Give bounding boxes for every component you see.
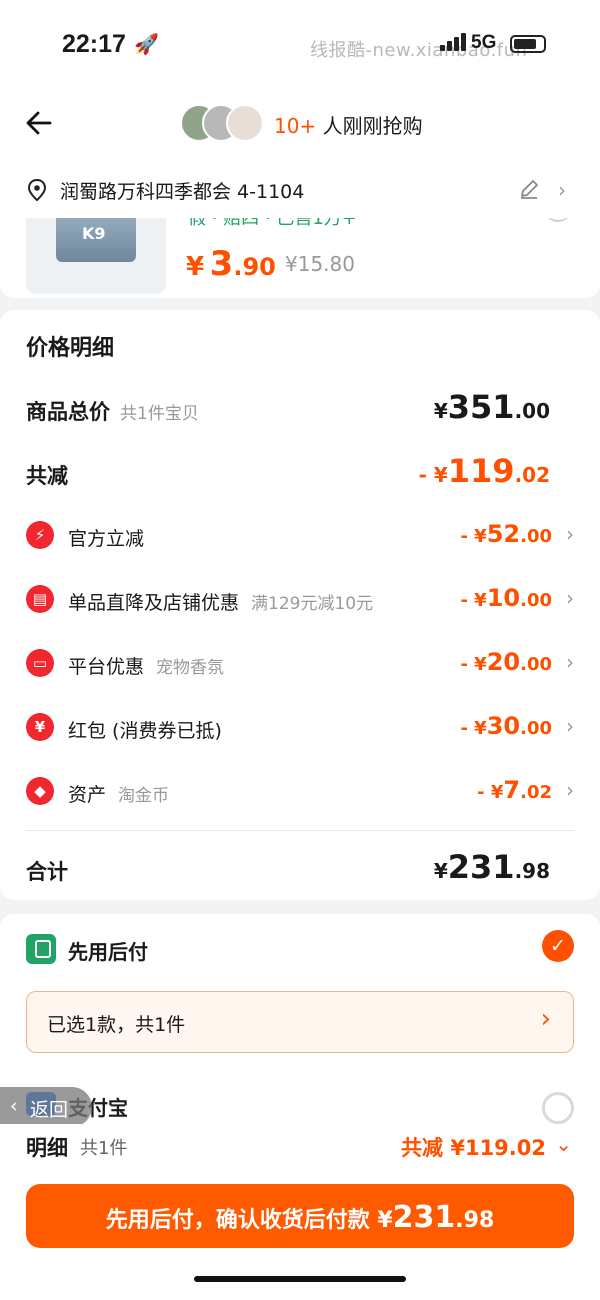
expand-icon[interactable]: ⌄ xyxy=(555,1132,572,1156)
red-envelope-icon: ¥ xyxy=(26,713,54,741)
chevron-right-icon: › xyxy=(566,714,574,738)
detail-label: 明细 xyxy=(26,1136,68,1160)
buyer-avatars xyxy=(180,104,270,144)
product-original-price: ¥15.80 xyxy=(285,252,355,276)
chevron-left-icon: ‹ xyxy=(10,1095,18,1117)
discount-row-platform[interactable]: ▭ 平台优惠 宠物香氛 - ¥20.00 › xyxy=(26,642,574,686)
product-card[interactable]: K9 假 · 赔四 · 已售1万+ ¥ 3.90 ¥15.80 xyxy=(0,218,600,298)
status-time: 22:17 xyxy=(62,30,126,58)
discount-row-store[interactable]: ▤ 单品直降及店铺优惠 满129元减10元 - ¥10.00 › xyxy=(26,578,574,622)
product-image: K9 xyxy=(26,218,166,294)
rocket-icon: 🚀 xyxy=(134,32,159,56)
top-nav: 10+ 人刚刚抢购 xyxy=(0,90,600,160)
price-detail-card: 价格明细 商品总价 共1件宝贝 ¥351.00 共减 - ¥119.02 ⚡ 官方… xyxy=(0,310,600,900)
chevron-right-icon: › xyxy=(566,650,574,674)
discount-row-official[interactable]: ⚡ 官方立减 - ¥52.00 › xyxy=(26,514,574,558)
checkmark-icon[interactable]: ✓ xyxy=(542,930,574,962)
bottom-bar: 明细 共1件 共减 ¥119.02 ⌄ 先用后付，确认收货后付款 ¥231.98 xyxy=(0,1124,600,1300)
floating-back-button[interactable]: ‹ 返回 xyxy=(0,1087,92,1127)
product-price: ¥ 3.90 xyxy=(186,244,276,284)
goods-total-row: 商品总价 共1件宝贝 ¥351.00 xyxy=(26,388,550,426)
selected-items-box[interactable]: 已选1款，共1件 › xyxy=(26,991,574,1053)
divider xyxy=(26,830,574,831)
price-detail-title: 价格明细 xyxy=(26,336,115,361)
discount-row-assets[interactable]: ◆ 资产 淘金币 - ¥7.02 › xyxy=(26,770,574,814)
detail-count: 共1件 xyxy=(80,1138,128,1159)
store-icon: ▤ xyxy=(26,585,54,613)
buyers-count: 10+ xyxy=(274,114,317,138)
ticket-icon: ▭ xyxy=(26,649,54,677)
home-indicator xyxy=(194,1276,406,1282)
battery-icon xyxy=(510,35,546,53)
chevron-right-icon: › xyxy=(566,778,574,802)
chevron-right-icon: › xyxy=(540,1004,551,1034)
total-row: 合计 ¥231.98 xyxy=(26,848,550,886)
pay-later-label[interactable]: 先用后付 xyxy=(68,936,148,965)
pay-button[interactable]: 先用后付，确认收货后付款 ¥231.98 xyxy=(26,1184,574,1248)
buyers-text: 10+ 人刚刚抢购 xyxy=(274,110,423,139)
goods-total-amount: ¥351.00 xyxy=(433,388,550,426)
edit-icon[interactable] xyxy=(518,178,540,200)
back-arrow-icon[interactable] xyxy=(24,108,54,138)
alipay-radio[interactable] xyxy=(542,1092,574,1124)
signal-icon xyxy=(440,33,466,51)
pay-later-icon xyxy=(26,934,56,964)
quantity-control-edge xyxy=(544,218,572,222)
chevron-right-icon: › xyxy=(566,586,574,610)
address-bar[interactable]: 润蜀路万科四季都会 4-1104 › xyxy=(0,160,600,218)
detail-reduce[interactable]: 共减 ¥119.02 xyxy=(401,1132,546,1162)
product-tags: 假 · 赔四 · 已售1万+ xyxy=(188,218,357,229)
buyers-label: 人刚刚抢购 xyxy=(322,114,423,138)
total-reduce-amount: - ¥119.02 xyxy=(418,452,550,490)
address-text: 润蜀路万科四季都会 4-1104 xyxy=(60,181,305,203)
lightning-icon: ⚡ xyxy=(26,521,54,549)
total-amount: ¥231.98 xyxy=(433,848,550,886)
discount-row-redpacket[interactable]: ¥ 红包 (消费券已抵) - ¥30.00 › xyxy=(26,706,574,750)
tag-icon: ◆ xyxy=(26,777,54,805)
avatar xyxy=(226,104,264,142)
chevron-right-icon[interactable]: › xyxy=(558,178,566,202)
status-bar: 22:17 🚀 线报酷-new.xianbao.fun 5G xyxy=(0,0,600,90)
total-reduce-row: 共减 - ¥119.02 xyxy=(26,452,550,490)
chevron-right-icon: › xyxy=(566,522,574,546)
location-pin-icon xyxy=(27,178,47,202)
network-label: 5G xyxy=(471,32,497,53)
